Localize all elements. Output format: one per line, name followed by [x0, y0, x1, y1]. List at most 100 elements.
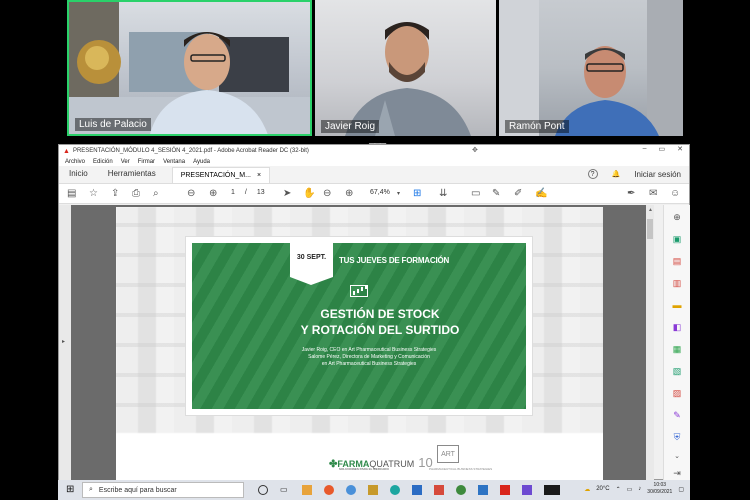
vertical-scrollbar[interactable]: [646, 205, 654, 481]
menu-ventana[interactable]: Ventana: [163, 159, 185, 165]
sign-icon[interactable]: ✍: [535, 188, 547, 199]
comment-tool-icon[interactable]: ▬: [671, 299, 683, 311]
combine-files-icon[interactable]: ◧: [671, 321, 683, 333]
scan-ocr-icon[interactable]: ▧: [671, 365, 683, 377]
windows-start-icon[interactable]: ⊞: [66, 484, 74, 495]
main-toolbar: ▤ ☆ ⇪ ⎙ ⌕ ⊖ ⊕ 1 / 13 ➤ ✋ ⊖ ⊕ 67,4% ▾ ⊞ ⇊…: [59, 184, 689, 204]
save-icon[interactable]: ▤: [67, 188, 76, 199]
compress-pdf-icon[interactable]: ▨: [671, 387, 683, 399]
task-view-icon[interactable]: ▭: [280, 485, 290, 495]
fit-page-icon[interactable]: ⊞: [413, 188, 421, 199]
tab-herramientas[interactable]: Herramientas: [98, 169, 166, 183]
outlook-icon[interactable]: [412, 485, 422, 495]
more-tools-chevron-icon[interactable]: ⌄: [671, 451, 683, 463]
document-view[interactable]: ▸ 30 SEPT. TUS JUEVES DE FORMACIÓN GESTI…: [59, 205, 654, 481]
zoom-magnifier-icon[interactable]: ⊕: [671, 211, 683, 223]
video-strip: Luis de Palacio Javier Roig Ramón Pont: [0, 0, 750, 137]
menu-firmar[interactable]: Firmar: [138, 159, 155, 165]
speaker-line-3: en Art Pharmaceutical Business Strategie…: [321, 361, 417, 367]
network-icon[interactable]: ▭: [627, 486, 633, 493]
taskbar-clock[interactable]: 10:03 30/09/2021: [647, 482, 672, 496]
menu-ver[interactable]: Ver: [121, 159, 130, 165]
participant-tile-luis[interactable]: Luis de Palacio: [67, 0, 312, 136]
word-icon[interactable]: [478, 485, 488, 495]
participant-tile-javier[interactable]: Javier Roig: [315, 0, 496, 136]
teams-icon[interactable]: [522, 485, 532, 495]
zoom-dropdown-icon[interactable]: ▾: [397, 190, 400, 197]
left-panel-toggle[interactable]: ▸: [59, 205, 71, 481]
tab-inicio[interactable]: Inicio: [59, 169, 98, 183]
select-cursor-icon[interactable]: ➤: [283, 188, 291, 199]
tab-close-icon[interactable]: ×: [257, 172, 261, 179]
notification-center-icon[interactable]: ▢: [678, 486, 684, 493]
slide-title-line-2: Y ROTACIÓN DEL SURTIDO: [300, 323, 460, 337]
expand-panel-icon[interactable]: ⇥: [671, 467, 683, 479]
participant-video: [69, 2, 310, 134]
fill-and-sign-icon[interactable]: ✎: [671, 409, 683, 421]
protect-shield-icon[interactable]: ⛨: [671, 431, 683, 443]
taskbar-search[interactable]: ⌕ Escribe aquí para buscar: [82, 482, 244, 498]
highlight-pen-icon[interactable]: ✎: [492, 188, 500, 199]
help-icon[interactable]: ?: [587, 169, 598, 179]
app-icon-blue[interactable]: [346, 485, 356, 495]
art-logo: ART PHARMACEUTICAL BUSINESS STRATEGIES: [429, 445, 492, 475]
firefox-icon[interactable]: [324, 485, 334, 495]
app-icon-dark[interactable]: [544, 485, 560, 495]
participant-tile-ramon[interactable]: Ramón Pont: [499, 0, 683, 136]
file-explorer-icon[interactable]: [302, 485, 312, 495]
folder-icon[interactable]: [368, 485, 378, 495]
create-pdf-icon[interactable]: ▤: [671, 255, 683, 267]
tab-document-label: PRESENTACIÓN_M...: [180, 172, 251, 179]
sign-in-button[interactable]: Iniciar sesión: [634, 170, 681, 179]
search-icon[interactable]: ⌕: [153, 188, 159, 199]
page-current[interactable]: 1: [231, 189, 235, 196]
search-icon: ⌕: [89, 486, 93, 493]
fill-sign-icon[interactable]: ✒: [627, 188, 635, 199]
expand-left-icon[interactable]: ▸: [62, 338, 65, 345]
screen-border-bottom-right: [690, 480, 750, 500]
cortana-icon[interactable]: [258, 485, 268, 495]
bookmark-star-icon[interactable]: ☆: [89, 188, 98, 199]
minimize-button[interactable]: –: [643, 145, 647, 153]
notifications-bell-icon[interactable]: 🔔: [612, 170, 621, 178]
edge-icon[interactable]: [390, 485, 400, 495]
zoom-out-icon[interactable]: ⊖: [323, 188, 331, 199]
participant-name: Ramón Pont: [505, 120, 569, 133]
zoom-level[interactable]: 67,4%: [370, 189, 390, 196]
scroll-up-icon[interactable]: ▲: [648, 207, 653, 213]
weather-temp[interactable]: 20°C: [596, 486, 609, 492]
share-user-icon[interactable]: ☺: [670, 188, 680, 199]
close-window-button[interactable]: ✕: [677, 145, 683, 153]
menu-ayuda[interactable]: Ayuda: [193, 159, 210, 165]
chrome-icon[interactable]: [456, 485, 466, 495]
edit-pdf-icon[interactable]: ▥: [671, 277, 683, 289]
next-page-icon[interactable]: ⊕: [209, 188, 217, 199]
email-icon[interactable]: ✉: [649, 188, 657, 199]
pin-icon[interactable]: ✥: [472, 146, 478, 154]
organize-pages-icon[interactable]: ▦: [671, 343, 683, 355]
app-icon-red[interactable]: [434, 485, 444, 495]
volume-icon[interactable]: ♪: [638, 486, 641, 492]
export-pdf-icon[interactable]: ▣: [671, 233, 683, 245]
maximize-button[interactable]: ▭: [659, 145, 666, 153]
window-title: PRESENTACIÓN_MÓDULO 4_SESIÓN 4_2021.pdf …: [72, 148, 309, 154]
screen-border-left: [0, 144, 58, 480]
tray-chevron-icon[interactable]: ⌃: [616, 486, 621, 493]
upload-cloud-icon[interactable]: ⇪: [111, 188, 119, 199]
tab-document[interactable]: PRESENTACIÓN_M... ×: [171, 167, 271, 183]
previous-page-icon[interactable]: ⊖: [187, 188, 195, 199]
participant-video: [345, 22, 471, 136]
draw-icon[interactable]: ✐: [514, 188, 522, 199]
scroll-mode-icon[interactable]: ⇊: [439, 188, 447, 199]
window-controls: – ▭ ✕: [643, 145, 683, 153]
scrollbar-thumb[interactable]: [647, 219, 653, 239]
menu-edicion[interactable]: Edición: [93, 159, 113, 165]
page-total: 13: [256, 189, 265, 196]
comment-icon[interactable]: ▭: [471, 188, 480, 199]
print-icon[interactable]: ⎙: [132, 188, 140, 199]
menu-archivo[interactable]: Archivo: [65, 159, 85, 165]
hand-tool-icon[interactable]: ✋: [303, 188, 315, 199]
weather-icon[interactable]: ☁: [584, 486, 590, 493]
zoom-in-icon[interactable]: ⊕: [345, 188, 353, 199]
acrobat-icon[interactable]: [500, 485, 510, 495]
